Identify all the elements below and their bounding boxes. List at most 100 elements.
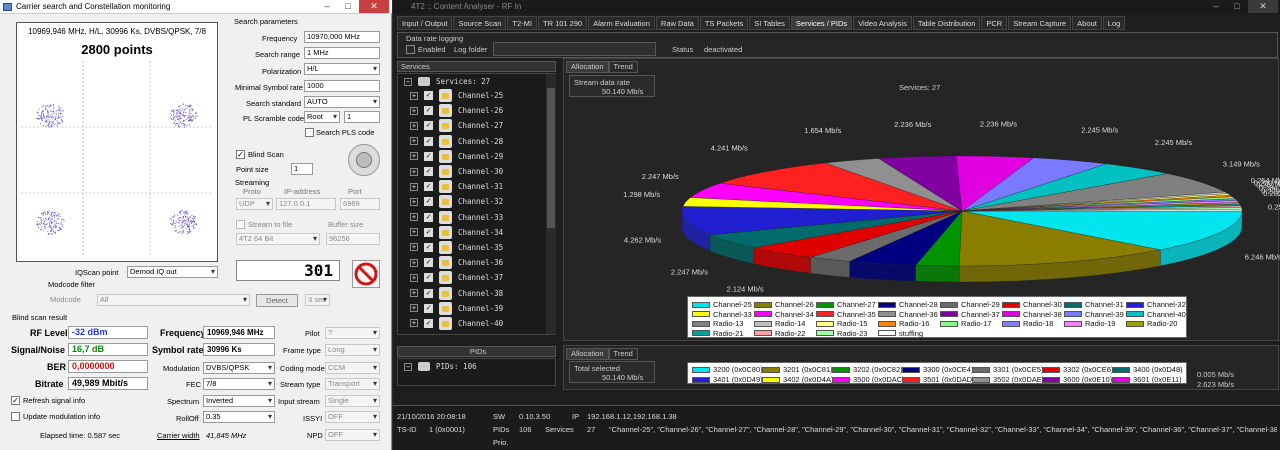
service-row[interactable]: + ✓ Channel-25 xyxy=(410,88,503,103)
detect-button[interactable]: Detect xyxy=(256,294,298,307)
tab-video-analysis[interactable]: Video Analysis xyxy=(853,16,912,30)
expand-icon[interactable]: + xyxy=(410,213,418,222)
expand-icon[interactable]: + xyxy=(410,258,418,267)
legend-item[interactable]: Channel-40 xyxy=(1126,310,1186,319)
tab-about[interactable]: About xyxy=(1072,16,1102,30)
pid-legend-item[interactable]: 3600 (0x0E10) xyxy=(1042,375,1112,384)
tab-raw-data[interactable]: Raw Data xyxy=(655,16,699,30)
pid-legend-item[interactable]: 3502 (0x0DAE) xyxy=(972,375,1044,384)
service-checkbox[interactable]: ✓ xyxy=(424,242,433,252)
pid-legend-item[interactable]: 3601 (0x0E11) xyxy=(1112,375,1182,384)
expand-icon[interactable]: + xyxy=(410,273,418,282)
expand-icon[interactable]: + xyxy=(410,167,418,176)
expand-icon[interactable]: + xyxy=(410,91,418,100)
frequency-input[interactable]: 10970,000 MHz xyxy=(304,31,380,43)
pid-legend-item[interactable]: 3501 (0x0DAD) xyxy=(902,375,975,384)
legend-item[interactable]: Radio-16 xyxy=(878,319,929,328)
tab-t2-mi[interactable]: T2-MI xyxy=(507,16,537,30)
blind-scan-checkbox[interactable]: ✓ xyxy=(236,150,245,159)
proto-select[interactable]: UDP xyxy=(236,198,273,210)
close-icon[interactable]: ✕ xyxy=(1248,0,1278,13)
legend-item[interactable]: Channel-38 xyxy=(1002,310,1062,319)
legend-item[interactable]: Channel-35 xyxy=(816,310,876,319)
detect-time-select[interactable]: 3 sec xyxy=(305,294,330,306)
legend-item[interactable]: Channel-27 xyxy=(816,300,876,309)
minimize-icon[interactable]: – xyxy=(1206,0,1226,13)
legend-item[interactable]: stuffing xyxy=(878,329,923,338)
service-row[interactable]: + ✓ Channel-35 xyxy=(410,240,503,255)
scrollbar-thumb[interactable] xyxy=(547,88,555,228)
stop-button[interactable] xyxy=(352,260,380,288)
tab-ts-packets[interactable]: TS Packets xyxy=(699,16,749,30)
collapse-icon[interactable]: − xyxy=(404,362,412,371)
service-row[interactable]: + ✓ Channel-38 xyxy=(410,285,503,300)
legend-item[interactable]: Channel-28 xyxy=(878,300,938,309)
ip-input[interactable]: 127.0.0.1 xyxy=(276,198,336,210)
buffer-size-input[interactable]: 96256 xyxy=(326,233,380,245)
legend-item[interactable]: Radio-22 xyxy=(754,329,805,338)
service-checkbox[interactable]: ✓ xyxy=(424,167,433,177)
expand-icon[interactable]: + xyxy=(410,182,418,191)
search-pls-checkbox[interactable] xyxy=(305,128,314,137)
frame-type-select[interactable]: Long xyxy=(325,344,380,356)
legend-item[interactable]: Radio-18 xyxy=(1002,319,1053,328)
service-checkbox[interactable]: ✓ xyxy=(424,106,433,116)
expand-icon[interactable]: + xyxy=(410,152,418,161)
pid-legend-item[interactable]: 3201 (0x0C81) xyxy=(762,365,833,374)
close-icon[interactable]: ✕ xyxy=(359,0,389,13)
service-row[interactable]: + ✓ Channel-29 xyxy=(410,149,503,164)
legend-item[interactable]: Channel-33 xyxy=(692,310,752,319)
minimize-icon[interactable]: – xyxy=(317,0,337,13)
legend-item[interactable]: Radio-21 xyxy=(692,329,743,338)
tab-log[interactable]: Log xyxy=(1102,16,1126,30)
service-checkbox[interactable]: ✓ xyxy=(424,288,433,298)
legend-item[interactable]: Channel-34 xyxy=(754,310,814,319)
tab-alarm-evaluation[interactable]: Alarm Evaluation xyxy=(588,16,655,30)
pids-subtab-allocation[interactable]: Allocation xyxy=(566,348,609,360)
service-checkbox[interactable]: ✓ xyxy=(424,212,433,222)
pid-legend-item[interactable]: 3400 (0x0D48) xyxy=(1112,365,1183,374)
coding-mode-select[interactable]: CCM xyxy=(325,362,380,374)
legend-item[interactable]: Channel-32 xyxy=(1126,300,1186,309)
pid-legend-item[interactable]: 3301 (0x0CE5) xyxy=(972,365,1043,374)
iqscan-select[interactable]: Demod IQ out xyxy=(127,266,218,278)
service-checkbox[interactable]: ✓ xyxy=(424,91,433,101)
expand-icon[interactable]: + xyxy=(410,121,418,130)
legend-item[interactable]: Radio-23 xyxy=(816,329,867,338)
expand-icon[interactable]: + xyxy=(410,106,418,115)
legend-item[interactable]: Radio-20 xyxy=(1126,319,1177,328)
legend-item[interactable]: Radio-19 xyxy=(1064,319,1115,328)
tab-input-output[interactable]: Input / Output xyxy=(397,16,453,30)
legend-item[interactable]: Channel-36 xyxy=(878,310,938,319)
tab-pcr[interactable]: PCR xyxy=(981,16,1008,30)
services-root[interactable]: − Services: 27 xyxy=(404,74,490,89)
legend-item[interactable]: Channel-25 xyxy=(692,300,752,309)
service-row[interactable]: + ✓ Channel-26 xyxy=(410,103,503,118)
service-checkbox[interactable]: ✓ xyxy=(424,136,433,146)
service-checkbox[interactable]: ✓ xyxy=(424,303,433,313)
service-row[interactable]: + ✓ Channel-40 xyxy=(410,316,503,331)
pids-subtab-trend[interactable]: Trend xyxy=(608,348,638,360)
maximize-icon[interactable]: □ xyxy=(1227,0,1247,13)
expand-icon[interactable]: + xyxy=(410,289,418,298)
pid-legend-item[interactable]: 3200 (0x0C80) xyxy=(692,365,763,374)
services-scrollbar[interactable] xyxy=(546,74,556,334)
point-size-input[interactable]: 1 xyxy=(291,163,313,175)
service-checkbox[interactable]: ✓ xyxy=(424,227,433,237)
tab-source-scan[interactable]: Source Scan xyxy=(453,16,507,30)
legend-item[interactable]: Radio-13 xyxy=(692,319,743,328)
tab-stream-capture[interactable]: Stream Capture xyxy=(1008,16,1072,30)
service-row[interactable]: + ✓ Channel-37 xyxy=(410,270,503,285)
tab-tr-101-290[interactable]: TR 101 290 xyxy=(538,16,588,30)
search-standard-select[interactable]: AUTO xyxy=(304,96,380,108)
pid-legend-item[interactable]: 3500 (0x0DAC) xyxy=(832,375,905,384)
legend-item[interactable]: Radio-17 xyxy=(940,319,991,328)
update-modulation-checkbox[interactable] xyxy=(11,412,20,421)
service-row[interactable]: + ✓ Channel-30 xyxy=(410,164,503,179)
tab-table-distribution[interactable]: Table Distribution xyxy=(912,16,981,30)
service-checkbox[interactable]: ✓ xyxy=(424,258,433,268)
service-row[interactable]: + ✓ Channel-31 xyxy=(410,179,503,194)
pid-legend-item[interactable]: 3300 (0x0CE4) xyxy=(902,365,973,374)
service-checkbox[interactable]: ✓ xyxy=(424,151,433,161)
issyi-select[interactable]: OFF xyxy=(325,411,380,423)
